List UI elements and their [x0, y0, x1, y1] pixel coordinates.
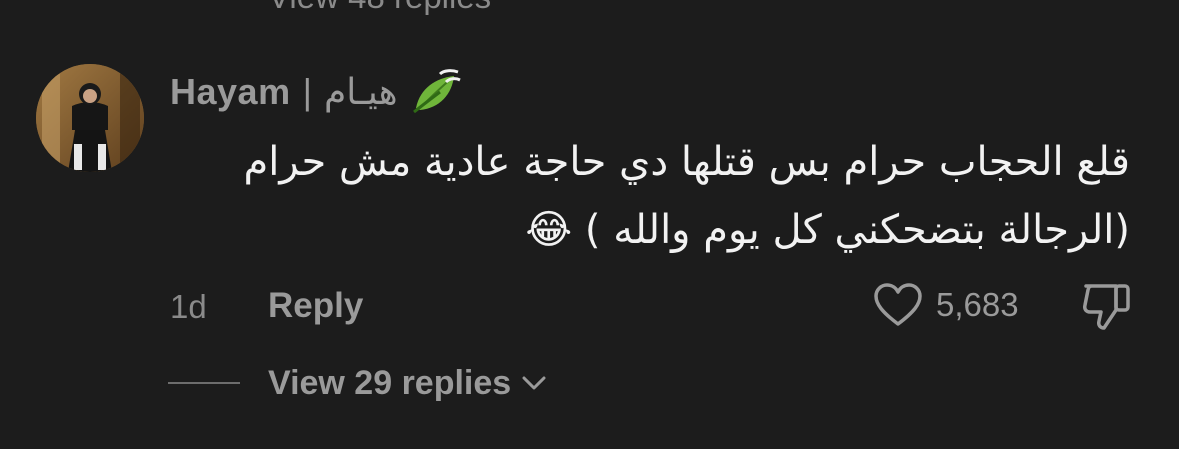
display-name: هيـام: [323, 71, 398, 112]
reply-button[interactable]: Reply: [268, 286, 363, 326]
thumbs-down-icon: [1083, 284, 1130, 330]
chevron-down-icon: [522, 376, 546, 390]
comment-age: 1d: [170, 288, 207, 325]
thread-divider: [168, 382, 240, 384]
like-button[interactable]: 5,683: [872, 282, 1019, 328]
comment-actions: 1d Reply 5,683: [0, 280, 1179, 336]
view-replies-button[interactable]: View 29 replies: [168, 358, 547, 408]
username[interactable]: Hayam: [170, 71, 291, 113]
comment-panel: View 48 replies Hayam | هيـام: [0, 0, 1179, 449]
name-separator: |: [302, 71, 312, 112]
dislike-button[interactable]: [1080, 280, 1134, 337]
avatar[interactable]: [36, 64, 144, 172]
view-previous-replies-link[interactable]: View 48 replies: [268, 0, 491, 16]
comment-header: Hayam | هيـام: [170, 68, 462, 116]
comment-text: قلع الحجاب حرام بس قتلها دي حاجة عادية م…: [243, 139, 1130, 253]
leaf-icon: [410, 68, 462, 116]
heart-icon: [874, 283, 922, 326]
view-replies-label: View 29 replies: [268, 363, 512, 402]
like-count: 5,683: [936, 286, 1019, 323]
